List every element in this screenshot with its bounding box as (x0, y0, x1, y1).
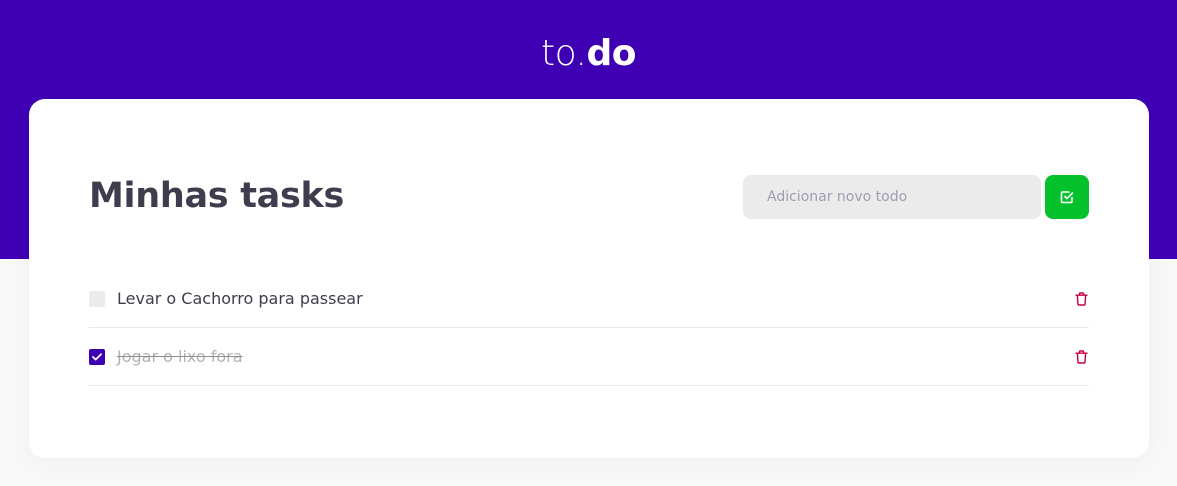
logo-suffix: do (586, 33, 636, 74)
task-list: Levar o Cachorro para passear Jogar o li… (89, 270, 1089, 386)
task-row: Jogar o lixo fora (89, 328, 1089, 386)
task-checkbox[interactable] (89, 290, 105, 307)
tasks-card: Minhas tasks Levar o Cachorro para passe… (29, 99, 1149, 458)
app-logo: to.do (0, 30, 1177, 78)
task-title: Levar o Cachorro para passear (117, 289, 363, 308)
trash-icon[interactable] (1073, 291, 1089, 307)
check-square-icon (1060, 190, 1074, 204)
logo-prefix: to. (541, 33, 587, 74)
trash-icon[interactable] (1073, 349, 1089, 365)
new-todo-input[interactable] (743, 175, 1041, 219)
page-title: Minhas tasks (89, 176, 344, 216)
task-title: Jogar o lixo fora (117, 347, 243, 366)
task-row: Levar o Cachorro para passear (89, 270, 1089, 328)
add-todo-button[interactable] (1045, 175, 1089, 219)
task-checkbox-checked[interactable] (89, 348, 105, 365)
